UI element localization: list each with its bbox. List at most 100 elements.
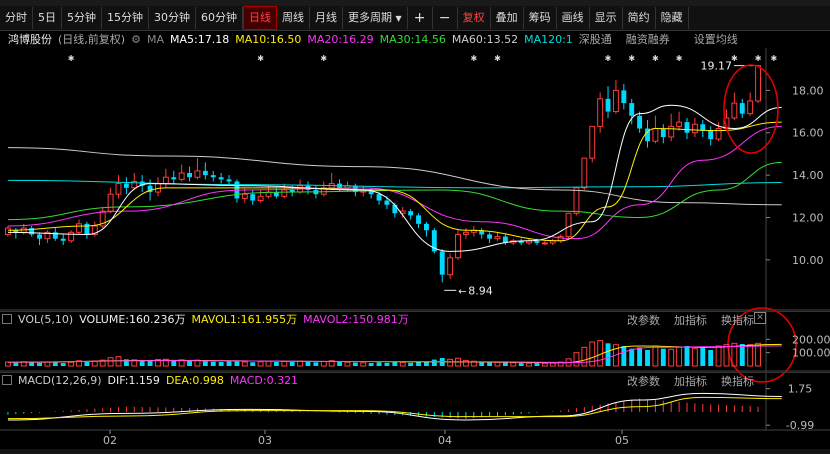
candle-body [605, 98, 611, 112]
candle-body [416, 215, 421, 224]
candle-body [337, 183, 343, 188]
candle-body [494, 236, 501, 240]
high-price-label: 19.17 [701, 60, 733, 73]
volume-bar [337, 362, 343, 366]
tab-15min[interactable]: 15分钟 [102, 7, 149, 29]
candle-body [439, 251, 445, 275]
fuquan-button[interactable]: 复权 [458, 7, 491, 29]
volume-bar [234, 360, 240, 366]
draw-line-button[interactable]: 画线 [557, 7, 590, 29]
volume-bar [210, 361, 216, 366]
volume-bar [344, 361, 351, 367]
vol-switch-indicator[interactable]: 换指标 [721, 312, 754, 328]
volume-bar [431, 359, 437, 366]
volume-bar [218, 362, 224, 366]
vol-add-indicator[interactable]: 加指标 [674, 312, 707, 328]
candle-body [155, 183, 161, 193]
candle-body [621, 90, 627, 104]
candle-body [660, 128, 666, 137]
candle-body [162, 176, 169, 185]
event-star-icon: ✱ [257, 54, 264, 63]
close-icon[interactable]: ✕ [754, 312, 766, 324]
candle-body [723, 117, 730, 130]
gear-icon[interactable]: ⚙ [131, 33, 141, 46]
volume-bar [534, 363, 540, 366]
tab-monthly[interactable]: 月线 [310, 7, 343, 29]
tab-5day[interactable]: 5日 [33, 7, 62, 29]
volume-bar [76, 360, 82, 367]
volume-bar [320, 360, 327, 367]
low-arrow-head: ← [458, 286, 466, 297]
ma30-value: MA30:14.56 [379, 32, 446, 46]
mavol1-value: MAVOL1:161.955万 [191, 313, 298, 326]
volume-bar [257, 361, 264, 367]
chips-button[interactable]: 筹码 [524, 7, 557, 29]
vol-edit-params[interactable]: 改参数 [627, 312, 660, 328]
candle-body [320, 187, 327, 195]
candle-body [755, 65, 761, 102]
candle-body [526, 240, 533, 244]
candle-body [265, 191, 272, 197]
volume-bar [723, 344, 730, 367]
tab-weekly[interactable]: 周线 [277, 7, 310, 29]
tab-fenshi[interactable]: 分时 [0, 7, 33, 29]
zoom-out-button[interactable]: − [433, 7, 458, 29]
candle-body [194, 170, 201, 178]
hide-button[interactable]: 隐藏 [656, 7, 689, 29]
macd-edit-params[interactable]: 改参数 [627, 373, 660, 389]
volume-bar [60, 363, 66, 366]
y-tick-label: 16.00 [792, 127, 824, 140]
volume-panel-bar: VOL(5,10) VOLUME:160.236万 MAVOL1:161.955… [0, 311, 830, 328]
candle-body [281, 189, 288, 197]
volume-bar [684, 346, 690, 366]
tab-30min[interactable]: 30分钟 [149, 7, 196, 29]
candle-body [297, 185, 304, 193]
volume-bar [313, 362, 319, 366]
volume-bar [668, 348, 675, 367]
volume-bar [5, 361, 11, 367]
vol-title: VOL(5,10) [18, 312, 74, 326]
candle-body [289, 189, 295, 193]
volume-bar [273, 362, 279, 366]
candle-body [360, 189, 367, 193]
more-period-button[interactable]: 更多周期 ▼ [343, 7, 408, 29]
volume-bar [700, 347, 706, 366]
candle-body [612, 89, 619, 113]
tab-daily[interactable]: 日线 [243, 6, 277, 30]
ma-settings-button[interactable]: 设置均线 [694, 31, 738, 47]
volume-bar [487, 362, 493, 366]
candle-body [597, 98, 604, 127]
candle-body [241, 193, 248, 199]
panel-collapse-icon[interactable] [2, 314, 12, 324]
macd-switch-indicator[interactable]: 换指标 [721, 373, 754, 389]
ma5-value: MA5:17.18 [169, 32, 230, 46]
candle-body [739, 103, 745, 114]
zoom-in-button[interactable]: + [408, 7, 433, 29]
candle-body [715, 128, 722, 140]
dea-value: DEA:0.998 [165, 373, 224, 387]
volume-bar [131, 359, 138, 367]
simple-button[interactable]: 简约 [623, 7, 656, 29]
volume-bar [84, 362, 90, 366]
candle-body [700, 124, 706, 131]
macd-add-indicator[interactable]: 加指标 [674, 373, 707, 389]
tab-5min[interactable]: 5分钟 [62, 7, 102, 29]
bottom-strip [0, 449, 830, 454]
volume-bar [581, 346, 588, 367]
display-button[interactable]: 显示 [590, 7, 623, 29]
volume-bar [708, 350, 714, 366]
candle-body [557, 236, 564, 242]
candle-body [44, 231, 51, 240]
candle-body [668, 125, 675, 138]
candle-body [147, 185, 153, 193]
overlay-button[interactable]: 叠加 [491, 7, 524, 29]
tab-60min[interactable]: 60分钟 [196, 7, 243, 29]
candle-body [76, 223, 82, 233]
candle-body [399, 210, 406, 214]
panel-collapse-icon[interactable] [2, 375, 12, 385]
candle-body [573, 187, 580, 214]
link-margin[interactable]: 融资融券 [626, 31, 670, 47]
volume-bar [691, 348, 698, 367]
link-shengutong[interactable]: 深股通 [579, 31, 612, 47]
volume-bar [526, 362, 533, 367]
